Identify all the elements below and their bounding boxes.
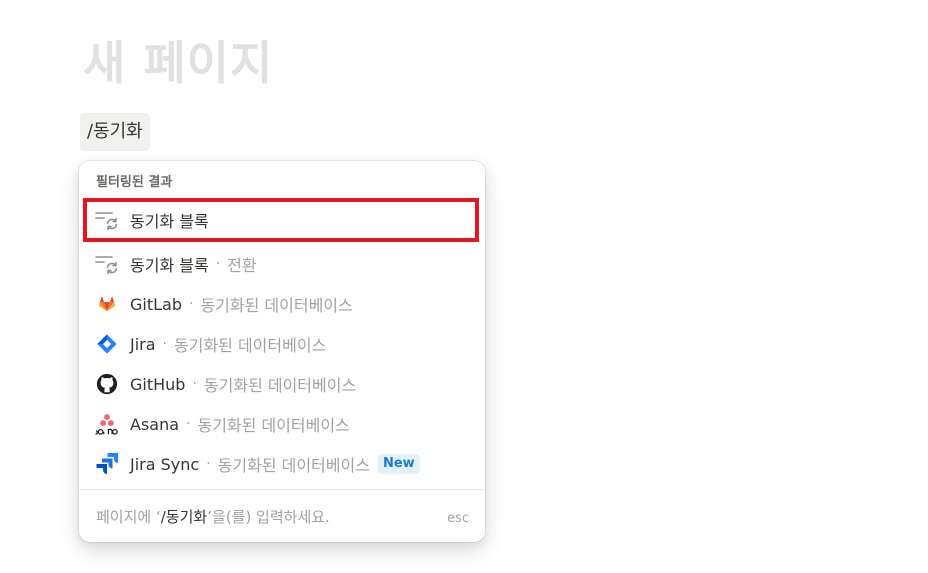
menu-item-separator: · <box>162 336 167 352</box>
sync-block-icon <box>95 208 119 232</box>
menu-item-description: 동기화된 데이터베이스 <box>174 336 327 355</box>
menu-item-description: 동기화된 데이터베이스 <box>197 416 350 435</box>
footer-query: /동기화 <box>160 508 208 526</box>
esc-hint[interactable]: esc <box>447 510 469 528</box>
menu-item-description: 동기화된 데이터베이스 <box>203 376 357 395</box>
menu-item-description: 동기화된 데이터베이스 <box>217 456 370 475</box>
slash-command-text[interactable]: /동기화 <box>80 113 150 151</box>
menu-item-label: 동기화 블록 <box>130 256 209 275</box>
menu-item-label: GitHub <box>130 374 186 394</box>
menu-item-description: 전환 <box>227 256 257 275</box>
menu-item-label: Asana <box>130 414 180 434</box>
menu-footer-hint: 페이지에 ‘/동기화’을(를) 입력하세요. <box>96 507 330 527</box>
menu-item-label: GitLab <box>130 294 182 314</box>
menu-item-jira-sync[interactable]: Jira Sync · 동기화된 데이터베이스 New <box>83 445 481 483</box>
menu-item-github[interactable]: GitHub · 동기화된 데이터베이스 <box>83 365 481 403</box>
menu-item-sync-block[interactable]: 동기화 블록 <box>83 201 481 239</box>
menu-item-gitlab[interactable]: GitLab · 동기화된 데이터베이스 <box>83 285 481 323</box>
menu-item-separator: · <box>189 296 194 312</box>
page-title[interactable]: 새 페이지 <box>83 30 273 96</box>
gitlab-icon <box>95 292 119 316</box>
menu-item-separator: · <box>186 416 191 432</box>
footer-suffix: ’을(를) 입력하세요. <box>207 508 330 526</box>
menu-item-label: Jira Sync <box>130 454 200 474</box>
asana-icon <box>95 412 119 436</box>
footer-prefix: 페이지에 ‘ <box>96 508 161 526</box>
menu-divider <box>79 489 485 490</box>
github-icon <box>95 372 119 396</box>
menu-section-header: 필터링된 결과 <box>96 175 173 190</box>
new-badge: New <box>377 454 420 474</box>
menu-item-separator: · <box>192 376 197 392</box>
page: 새 페이지 /동기화 필터링된 결과 동기화 블록 동기화 블록 · 전환 Gi… <box>0 0 928 573</box>
menu-item-separator: · <box>206 456 211 472</box>
menu-item-label: Jira <box>130 334 156 354</box>
menu-item-jira[interactable]: Jira · 동기화된 데이터베이스 <box>83 325 481 363</box>
menu-item-asana[interactable]: Asana · 동기화된 데이터베이스 <box>83 405 481 443</box>
menu-item-sync-block-convert[interactable]: 동기화 블록 · 전환 <box>83 245 481 283</box>
menu-item-separator: · <box>215 256 221 272</box>
jira-icon <box>95 332 119 356</box>
menu-item-description: 동기화된 데이터베이스 <box>200 296 353 315</box>
menu-item-label: 동기화 블록 <box>130 212 209 231</box>
jira-sync-icon <box>95 452 119 476</box>
slash-command-menu: 필터링된 결과 동기화 블록 동기화 블록 · 전환 GitLab · 동기화된… <box>79 161 485 542</box>
sync-block-icon <box>95 252 119 276</box>
